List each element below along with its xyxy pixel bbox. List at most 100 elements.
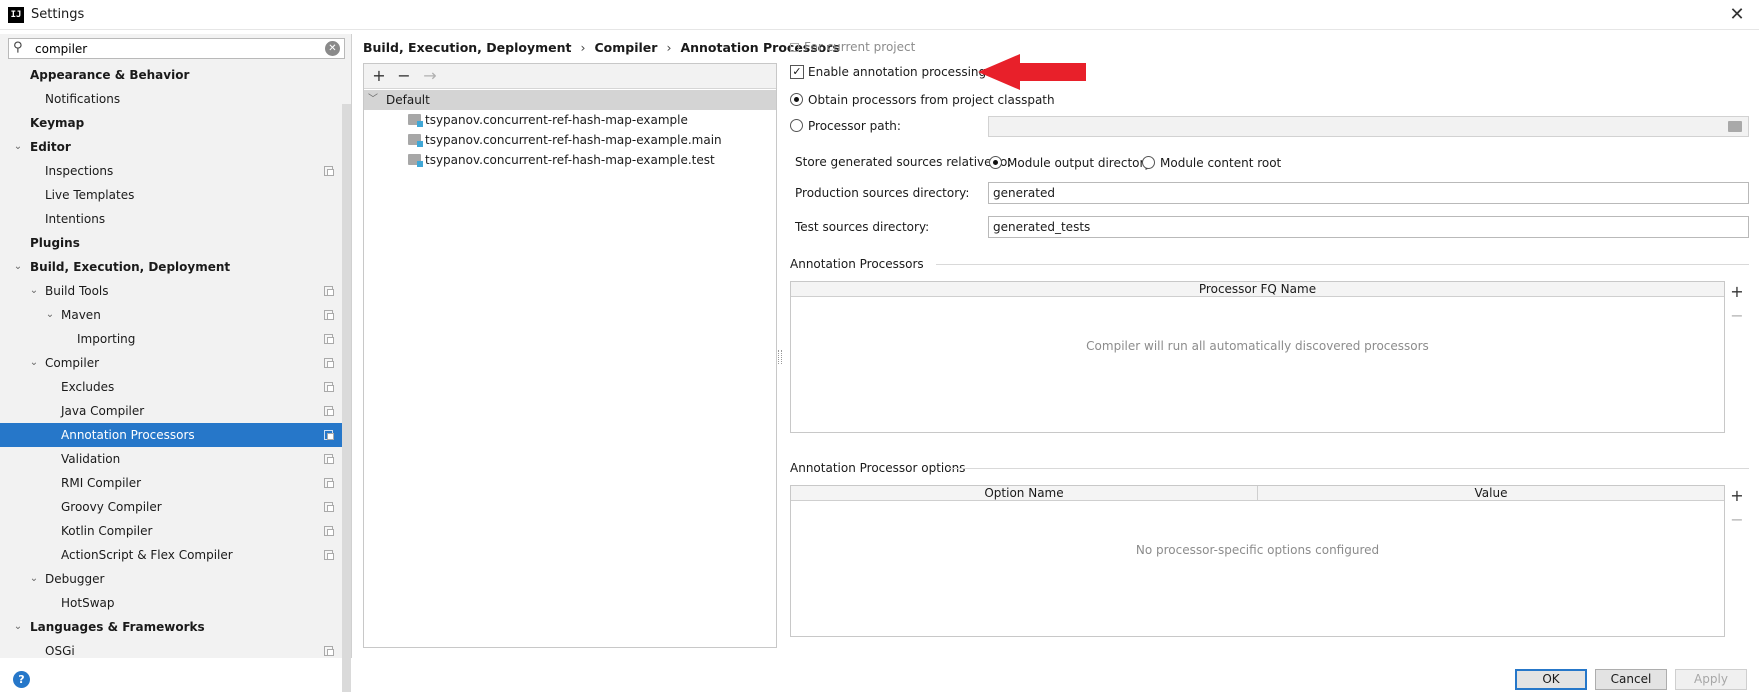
sidebar-item[interactable]: Notifications (0, 87, 342, 111)
sidebar-item[interactable]: RMI Compiler (0, 471, 342, 495)
sidebar-item[interactable]: Groovy Compiler (0, 495, 342, 519)
apply-button[interactable]: Apply (1675, 669, 1747, 690)
module-item[interactable]: tsypanov.concurrent-ref-hash-map-example… (364, 150, 776, 170)
sidebar-item[interactable]: ⌄ Compiler (0, 351, 342, 375)
breadcrumb-separator-icon: › (580, 40, 586, 55)
search-input[interactable] (35, 41, 315, 57)
sidebar-item[interactable]: ActionScript & Flex Compiler (0, 543, 342, 567)
sidebar-item-label: OSGi (45, 644, 75, 658)
breadcrumb-item: Build, Execution, Deployment (363, 40, 572, 55)
processor-path-radio[interactable] (790, 119, 803, 132)
sidebar-item-label: Plugins (30, 236, 80, 250)
module-item[interactable]: tsypanov.concurrent-ref-hash-map-example (364, 110, 776, 130)
breadcrumb-item: Compiler (594, 40, 658, 55)
chevron-down-icon[interactable]: ⌄ (12, 135, 24, 159)
sidebar-item[interactable]: ⌄ Maven (0, 303, 342, 327)
chevron-down-icon[interactable]: ﹀ (368, 90, 378, 110)
sidebar-item[interactable]: Importing (0, 327, 342, 351)
add-processor-button[interactable]: + (1725, 281, 1749, 303)
profile-default[interactable]: ﹀ Default (364, 90, 776, 110)
options-empty-text: No processor-specific options configured (1135, 543, 1380, 557)
sidebar-item[interactable]: ⌄ Build, Execution, Deployment (0, 255, 342, 279)
sidebar-item-label: Keymap (30, 116, 85, 130)
sidebar-item-label: Groovy Compiler (61, 500, 162, 514)
sidebar-item[interactable]: OSGi (0, 639, 342, 658)
sidebar-scrollbar[interactable] (342, 104, 351, 692)
remove-option-button[interactable]: − (1725, 509, 1749, 531)
module-output-radio[interactable] (989, 156, 1002, 169)
chevron-down-icon[interactable]: ⌄ (12, 255, 24, 279)
sidebar-item[interactable]: HotSwap (0, 591, 342, 615)
sidebar-item[interactable]: Keymap (0, 111, 342, 135)
ok-button[interactable]: OK (1515, 669, 1587, 690)
sidebar-item[interactable]: ⌄ Editor (0, 135, 342, 159)
enable-annotation-checkbox[interactable]: ✓ (790, 65, 804, 79)
module-label: tsypanov.concurrent-ref-hash-map-example (425, 113, 688, 127)
obtain-from-classpath-radio[interactable] (790, 93, 803, 106)
sidebar-item[interactable]: Live Templates (0, 183, 342, 207)
settings-search-box[interactable]: ⚲ ✕ (8, 38, 345, 59)
enable-annotation-label: Enable annotation processing (808, 65, 987, 79)
sidebar-item-label: HotSwap (61, 596, 115, 610)
help-icon[interactable]: ? (13, 671, 30, 688)
chevron-down-icon[interactable]: ⌄ (28, 279, 40, 303)
for-current-project-note: For current project (790, 40, 915, 54)
red-arrow-annotation (978, 54, 1086, 90)
value-header[interactable]: Value (1258, 486, 1724, 501)
annotation-processors-title: Annotation Processors (790, 257, 924, 271)
sidebar-item-label: Build Tools (45, 284, 109, 298)
sidebar-item-label: Excludes (61, 380, 115, 394)
processors-empty-text: Compiler will run all automatically disc… (1086, 339, 1429, 353)
production-sources-input[interactable]: generated (988, 182, 1749, 204)
sidebar-item[interactable]: ⌄ Languages & Frameworks (0, 615, 342, 639)
sidebar-item[interactable]: Java Compiler (0, 399, 342, 423)
red-arrow-shape (978, 54, 1086, 90)
close-window-button[interactable]: ✕ (1725, 3, 1749, 27)
project-settings-icon (324, 646, 334, 656)
settings-sidebar: ⚲ ✕ Appearance & Behavior Notifications Ke… (0, 34, 352, 692)
chevron-down-icon[interactable]: ⌄ (12, 615, 24, 639)
sidebar-item[interactable]: Validation (0, 447, 342, 471)
folder-browse-icon[interactable] (1728, 121, 1742, 132)
store-generated-label: Store generated sources relative to: (795, 155, 1012, 169)
remove-profile-button[interactable]: − (394, 66, 414, 86)
move-to-profile-button[interactable]: → (420, 66, 440, 86)
sidebar-item-label: Inspections (45, 164, 114, 178)
obtain-from-classpath-label: Obtain processors from project classpath (808, 93, 1055, 107)
sidebar-item[interactable]: ⌄ Build Tools (0, 279, 342, 303)
remove-processor-button[interactable]: − (1725, 305, 1749, 327)
processor-fq-name-header[interactable]: Processor FQ Name (791, 282, 1724, 297)
project-settings-icon (324, 166, 334, 176)
sidebar-item-label: Intentions (45, 212, 106, 226)
module-item[interactable]: tsypanov.concurrent-ref-hash-map-example… (364, 130, 776, 150)
breadcrumb-separator-icon: › (666, 40, 672, 55)
processor-path-field[interactable] (988, 116, 1749, 137)
window-title: Settings (31, 7, 85, 22)
chevron-down-icon[interactable]: ⌄ (44, 303, 56, 327)
processor-options-title: Annotation Processor options (790, 461, 966, 475)
sidebar-item[interactable]: Excludes (0, 375, 342, 399)
cancel-button[interactable]: Cancel (1595, 669, 1667, 690)
clear-search-icon[interactable]: ✕ (325, 41, 340, 56)
sidebar-item[interactable]: Intentions (0, 207, 342, 231)
sidebar-item[interactable]: Annotation Processors (0, 423, 342, 447)
sidebar-item-label: Maven (61, 308, 101, 322)
sidebar-item[interactable]: Plugins (0, 231, 342, 255)
sidebar-item[interactable]: ⌄ Debugger (0, 567, 342, 591)
search-icon[interactable]: ⚲ (13, 40, 23, 55)
settings-tree: Appearance & Behavior Notifications Keymap… (0, 63, 342, 658)
splitter-handle[interactable] (778, 350, 782, 364)
profiles-panel: + − → ﹀ Default tsypanov.concurrent-ref-… (363, 63, 777, 648)
sidebar-item[interactable]: Inspections (0, 159, 342, 183)
sidebar-item[interactable]: Kotlin Compiler (0, 519, 342, 543)
chevron-down-icon[interactable]: ⌄ (28, 351, 40, 375)
test-sources-label: Test sources directory: (795, 220, 930, 234)
sidebar-item[interactable]: Appearance & Behavior (0, 63, 342, 87)
add-profile-button[interactable]: + (369, 66, 389, 86)
add-option-button[interactable]: + (1725, 485, 1749, 507)
test-sources-input[interactable]: generated_tests (988, 216, 1749, 238)
option-name-header[interactable]: Option Name (791, 486, 1258, 501)
sidebar-item-label: RMI Compiler (61, 476, 142, 490)
chevron-down-icon[interactable]: ⌄ (28, 567, 40, 591)
module-content-radio[interactable] (1142, 156, 1155, 169)
